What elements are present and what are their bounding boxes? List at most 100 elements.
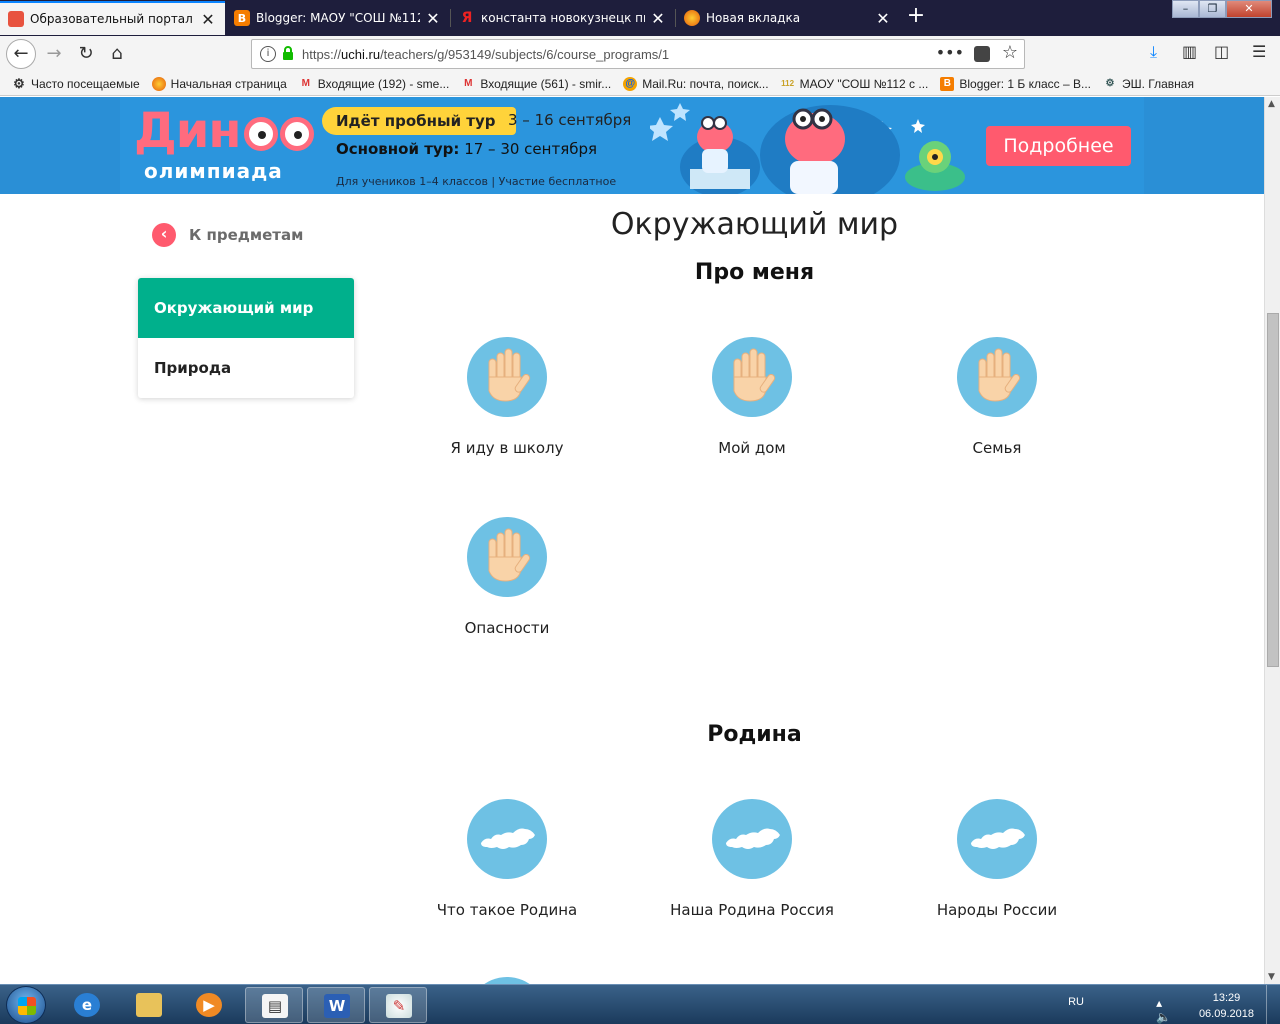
lock-icon (283, 46, 293, 60)
topic-card-partial[interactable] (407, 977, 607, 984)
tab-blogger[interactable]: B Blogger: МАОУ "СОШ №112 с ✕ (226, 3, 450, 33)
topic-label: Мой дом (718, 439, 786, 457)
windows-logo-icon (18, 997, 36, 1015)
downloads-icon[interactable]: ⤓ (1150, 42, 1157, 62)
taskbar-document[interactable]: ▤ (245, 987, 303, 1023)
forward-arrow-icon[interactable]: → (40, 40, 68, 68)
topic-label: Что такое Родина (436, 901, 578, 919)
taskbar-paint[interactable]: ✎ (369, 987, 427, 1023)
topic-card[interactable]: Опасности (407, 517, 607, 637)
olympiad-banner[interactable]: Дин олимпиада Идёт пробный тур 3 – 16 се… (0, 97, 1264, 194)
library-icon[interactable]: ▥ (1182, 42, 1197, 61)
start-button[interactable] (6, 986, 46, 1024)
firefox-icon (151, 76, 166, 91)
close-tab-icon[interactable]: ✕ (874, 9, 892, 28)
back-arrow-icon[interactable]: ← (6, 39, 36, 69)
small-dino-body (702, 149, 728, 173)
bookmark-frequent[interactable]: ⚙ Часто посещаемые (12, 75, 140, 91)
yandex-favicon: Я (461, 10, 473, 26)
tray-icons[interactable]: ▴🔈⚑ (1156, 996, 1180, 1024)
info-icon[interactable]: i (260, 46, 276, 62)
home-icon[interactable]: ⌂ (103, 40, 131, 68)
pocket-icon[interactable] (974, 46, 990, 62)
tab-new[interactable]: Новая вкладка ✕ (676, 3, 900, 33)
chevron-left-icon: ‹ (152, 223, 176, 247)
main-tour-info: Основной тур: 17 – 30 сентября (336, 140, 598, 158)
topic-card[interactable]: Наша Родина Россия (652, 799, 852, 919)
topic-card[interactable]: Семья (897, 337, 1097, 457)
bookmark-gmail-2[interactable]: M Входящие (561) - smir... (461, 77, 611, 91)
banner-inner: Дин олимпиада Идёт пробный тур 3 – 16 се… (120, 97, 1144, 194)
uchi-favicon (8, 11, 24, 27)
tab-uchi[interactable]: Образовательный портал на С ✕ (0, 1, 225, 35)
hand-icon (957, 337, 1037, 417)
taskbar-explorer[interactable] (120, 987, 178, 1023)
menu-item-okruzhayushchiy-mir[interactable]: Окружающий мир (138, 278, 354, 338)
reload-icon[interactable]: ↻ (72, 40, 100, 68)
tab-title: Blogger: МАОУ "СОШ №112 с (256, 11, 420, 25)
topic-label: Наша Родина Россия (670, 901, 834, 919)
dino-illustration (650, 103, 965, 194)
section-title-pro-menya: Про меня (694, 260, 815, 285)
bookmark-start-page[interactable]: Начальная страница (151, 76, 287, 91)
window-controls: – ❐ ✕ (1172, 0, 1272, 20)
hand-icon (467, 517, 547, 597)
gear-icon: ⚙ (13, 75, 25, 91)
bookmark-school[interactable]: 112 МАОУ "СОШ №112 с ... (781, 77, 928, 91)
tab-title: Новая вкладка (706, 11, 801, 25)
new-tab-icon[interactable]: + (904, 4, 928, 30)
topic-card[interactable]: Мой дом (652, 337, 852, 457)
browser-tab-bar: Образовательный портал на С ✕ B Blogger:… (0, 0, 1280, 36)
topic-card[interactable]: Я иду в школу (407, 337, 607, 457)
topic-label: Я иду в школу (450, 439, 564, 457)
hand-icon (467, 337, 547, 417)
browser-nav-bar: ← → ↻ ⌂ i https://uchi.ru/teachers/g/953… (0, 36, 1280, 72)
clock[interactable]: 13:29 06.09.2018 (1199, 990, 1254, 1022)
taskbar-ie[interactable]: e (58, 987, 116, 1023)
page-actions-icon[interactable]: ••• (936, 43, 964, 62)
bookmark-gmail-1[interactable]: M Входящие (192) - sme... (299, 77, 450, 91)
firefox-favicon (684, 10, 700, 26)
close-tab-icon[interactable]: ✕ (199, 10, 217, 29)
topic-label: Народы России (936, 901, 1058, 919)
star-icon (911, 119, 925, 133)
language-indicator[interactable]: RU (1068, 996, 1084, 1008)
topic-label: Семья (972, 439, 1022, 457)
mailru-icon: @ (623, 76, 638, 91)
scroll-down-icon[interactable]: ▼ (1268, 972, 1275, 982)
gmail-icon: M (464, 77, 473, 89)
bookmark-label: Часто посещаемые (31, 76, 140, 91)
page-scrollbar[interactable]: ▲ ▼ (1264, 97, 1280, 984)
address-bar[interactable]: i https://uchi.ru/teachers/g/953149/subj… (251, 39, 1025, 69)
sidebar-icon[interactable]: ◫ (1214, 42, 1229, 61)
show-desktop-button[interactable] (1266, 985, 1280, 1024)
close-tab-icon[interactable]: ✕ (424, 9, 442, 28)
bookmark-mailru[interactable]: @ Mail.Ru: почта, поиск... (623, 76, 769, 91)
topic-card[interactable]: Что такое Родина (407, 799, 607, 919)
minimize-icon[interactable]: – (1172, 0, 1199, 18)
taskbar-media[interactable]: ▶ (180, 987, 238, 1023)
scroll-thumb[interactable] (1267, 313, 1279, 667)
bookmark-star-icon[interactable]: ☆ (1002, 42, 1018, 63)
topic-card[interactable]: Народы России (897, 799, 1097, 919)
tab-yandex[interactable]: Я константа новокузнецк питан ✕ (451, 3, 675, 33)
bookmarks-toolbar: ⚙ Часто посещаемые Начальная страница M … (0, 72, 1280, 96)
windows-taskbar: e ▶ ▤ W ✎ RU ▴🔈⚑ 13:29 06.09.2018 (0, 984, 1280, 1024)
menu-icon[interactable]: ☰ (1252, 42, 1266, 61)
back-to-subjects-link[interactable]: ‹ К предметам (152, 223, 303, 247)
more-button[interactable]: Подробнее (986, 126, 1131, 166)
window-close-icon[interactable]: ✕ (1226, 0, 1272, 18)
menu-item-priroda[interactable]: Природа (138, 338, 354, 398)
url-text: https://uchi.ru/teachers/g/953149/subjec… (302, 47, 670, 62)
maximize-icon[interactable]: ❐ (1199, 0, 1226, 18)
taskbar-word[interactable]: W (307, 987, 365, 1023)
topic-label: Опасности (464, 619, 550, 637)
bookmark-label: Входящие (561) - smir... (480, 76, 612, 91)
bookmark-label: Mail.Ru: почта, поиск... (642, 76, 769, 91)
close-tab-icon[interactable]: ✕ (649, 9, 667, 28)
bookmark-eshkola[interactable]: ⚙ ЭШ. Главная (1103, 77, 1194, 91)
gmail-icon: M (301, 77, 310, 89)
document-icon: ▤ (262, 994, 288, 1018)
scroll-up-icon[interactable]: ▲ (1268, 99, 1275, 109)
bookmark-blogger[interactable]: B Blogger: 1 Б класс – В... (940, 76, 1091, 91)
